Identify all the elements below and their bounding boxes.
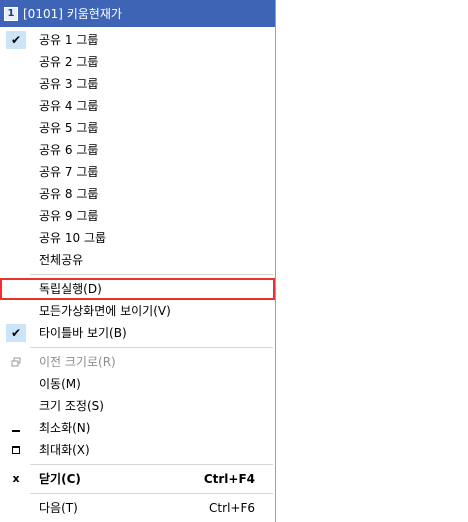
menu-item-share-group-4[interactable]: 공유 4 그룹 <box>0 95 275 117</box>
menu-separator <box>30 464 273 465</box>
restore-icon <box>6 353 26 371</box>
menu-item-share-group-3[interactable]: 공유 3 그룹 <box>0 73 275 95</box>
menu-item-share-group-9[interactable]: 공유 9 그룹 <box>0 205 275 227</box>
menu-item-share-group-7[interactable]: 공유 7 그룹 <box>0 161 275 183</box>
close-shortcut: Ctrl+F4 <box>203 472 255 486</box>
menu-item-show-all-screens[interactable]: 모든가상화면에 보이기(V) <box>0 300 275 322</box>
check-icon: ✔ <box>6 31 26 49</box>
next-shortcut: Ctrl+F6 <box>209 501 255 515</box>
menu-item-close[interactable]: x 닫기(C) Ctrl+F4 <box>0 468 275 490</box>
menu-separator <box>30 347 273 348</box>
menu-item-share-group-2[interactable]: 공유 2 그룹 <box>0 51 275 73</box>
window-title: [0101] 키움현재가 <box>23 7 122 21</box>
minimize-icon <box>6 419 26 437</box>
system-context-menu: 1 [0101] 키움현재가 ✔ 공유 1 그룹 공유 2 그룹 공유 3 그룹… <box>0 0 276 522</box>
close-icon: x <box>12 472 20 485</box>
menu-item-independent-run[interactable]: 독립실행(D) <box>0 278 275 300</box>
menu-separator <box>30 493 273 494</box>
menu-item-show-titlebar[interactable]: ✔ 타이틀바 보기(B) <box>0 322 275 344</box>
menu-item-share-group-5[interactable]: 공유 5 그룹 <box>0 117 275 139</box>
menu-item-minimize[interactable]: 최소화(N) <box>0 417 275 439</box>
maximize-icon <box>6 441 26 459</box>
window-titlebar: 1 [0101] 키움현재가 <box>0 0 275 27</box>
menu-item-share-group-6[interactable]: 공유 6 그룹 <box>0 139 275 161</box>
menu-item-next[interactable]: 다음(T) Ctrl+F6 <box>0 497 275 519</box>
menu-item-share-group-1[interactable]: ✔ 공유 1 그룹 <box>0 29 275 51</box>
menu-item-maximize[interactable]: 최대화(X) <box>0 439 275 461</box>
menu-item-move[interactable]: 이동(M) <box>0 373 275 395</box>
window-number-badge: 1 <box>4 6 18 21</box>
menu-item-restore: 이전 크기로(R) <box>0 351 275 373</box>
menu-item-share-group-8[interactable]: 공유 8 그룹 <box>0 183 275 205</box>
check-icon: ✔ <box>6 324 26 342</box>
menu-separator <box>30 274 273 275</box>
menu-item-resize[interactable]: 크기 조정(S) <box>0 395 275 417</box>
menu-item-share-group-10[interactable]: 공유 10 그룹 <box>0 227 275 249</box>
menu-item-share-all[interactable]: 전체공유 <box>0 249 275 271</box>
